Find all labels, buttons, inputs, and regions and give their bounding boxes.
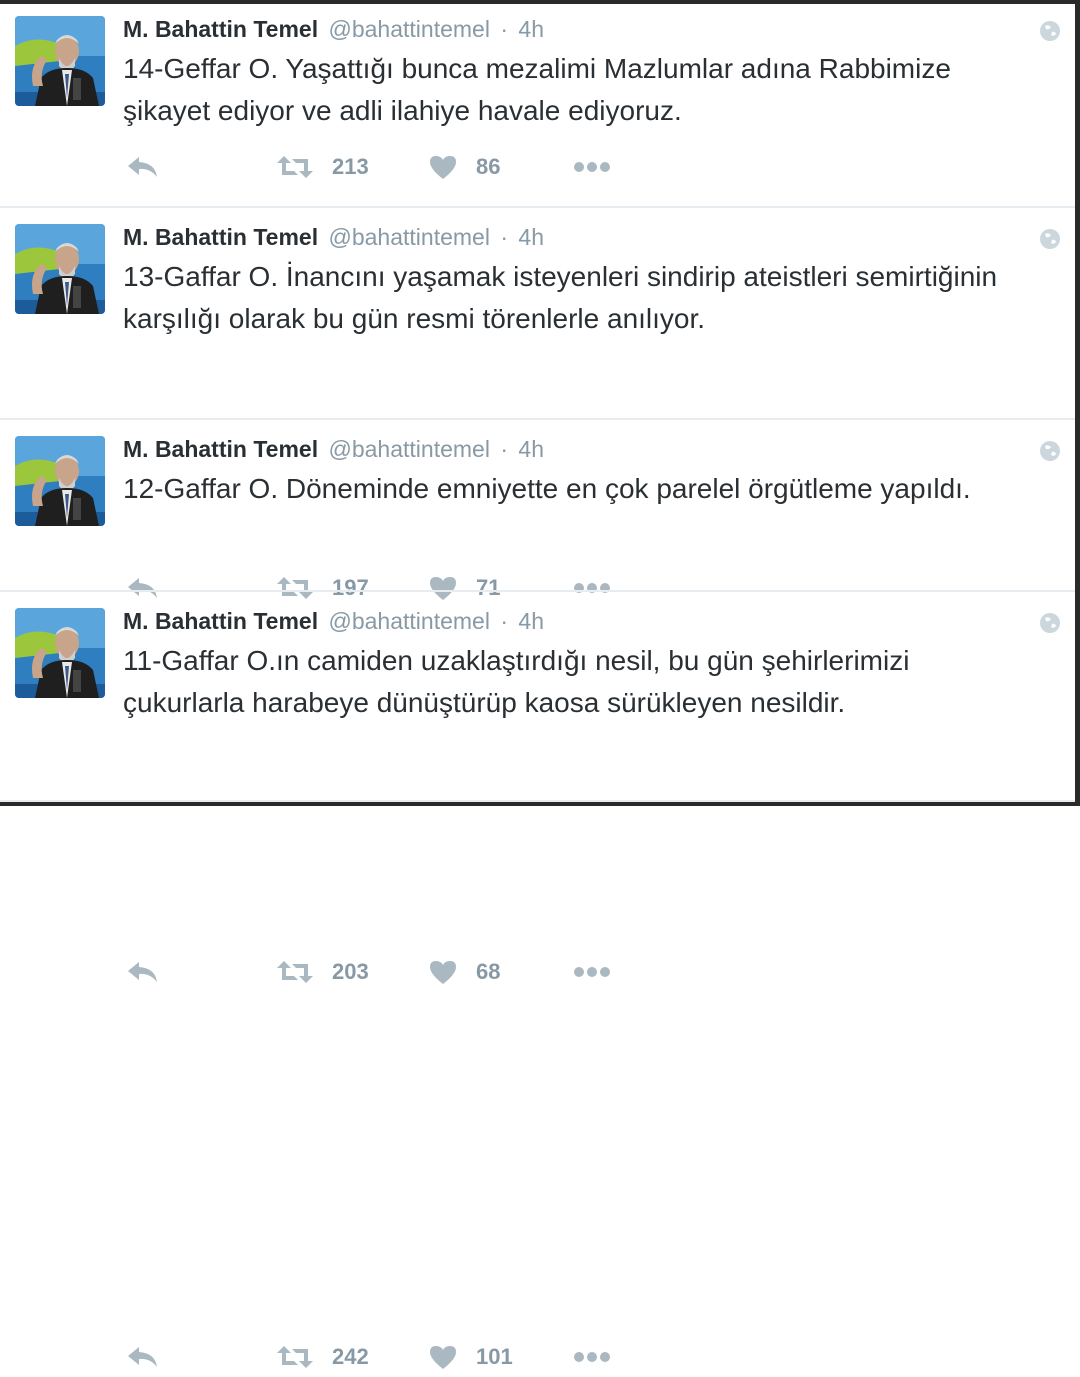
like-count: 86 [476,154,501,179]
timestamp[interactable]: 4h [518,608,544,634]
timestamp[interactable]: 4h [518,436,544,462]
avatar[interactable] [15,16,105,106]
author-name[interactable]: M. Bahattin Temel [123,16,318,42]
separator: · [500,224,509,250]
like-button[interactable]: 101 [428,1337,513,1377]
tweet-text: 11-Gaffar O.ın camiden uzaklaştırdığı ne… [123,645,910,718]
retweet-icon [276,1345,314,1369]
separator: · [500,16,509,42]
tweet-actions: 213 86 [0,147,1075,187]
retweet-count: 242 [332,1344,369,1369]
retweet-button[interactable]: 213 [276,147,369,187]
retweet-button[interactable]: 242 [276,1337,369,1377]
timestamp[interactable]: 4h [518,224,544,250]
author-handle[interactable]: @bahattintemel [329,224,490,250]
like-count: 101 [476,1344,513,1369]
more-icon [573,966,611,978]
heart-icon [428,959,458,985]
retweet-button[interactable]: 203 [276,952,369,992]
heart-icon [428,1344,458,1370]
tweet-actions: 242 101 [0,1337,1075,1377]
timestamp[interactable]: 4h [518,16,544,42]
tweet-header: M. Bahattin Temel @bahattintemel · 4h [123,434,544,464]
tweet-text: 13-Gaffar O. İnancını yaşamak isteyenler… [123,261,998,334]
globe-icon [1039,612,1061,634]
retweet-icon [276,155,314,179]
reply-icon [126,155,160,179]
more-icon [573,161,611,173]
tweet[interactable]: M. Bahattin Temel @bahattintemel · 4h 13… [0,208,1075,600]
retweet-count: 213 [332,154,369,179]
globe-icon [1039,228,1061,250]
author-name[interactable]: M. Bahattin Temel [123,608,318,634]
author-handle[interactable]: @bahattintemel [329,608,490,634]
retweet-icon [276,960,314,984]
tweet-header: M. Bahattin Temel @bahattintemel · 4h [123,14,544,44]
tweet[interactable]: M. Bahattin Temel @bahattintemel · 4h 14… [0,0,1075,208]
reply-button[interactable] [126,1337,160,1377]
tweet-text: 14-Geffar O. Yaşattığı bunca mezalimi Ma… [123,53,951,126]
separator: · [500,436,509,462]
separator: · [500,608,509,634]
more-button[interactable] [573,952,611,992]
more-button[interactable] [573,147,611,187]
globe-icon [1039,440,1061,462]
tweet[interactable]: M. Bahattin Temel @bahattintemel · 4h 12… [0,420,1075,984]
reply-icon [126,960,160,984]
avatar[interactable] [15,608,105,698]
like-button[interactable]: 86 [428,147,500,187]
author-name[interactable]: M. Bahattin Temel [123,436,318,462]
more-button[interactable] [573,1337,611,1377]
heart-icon [428,154,458,180]
more-icon [573,1351,611,1363]
tweet[interactable]: M. Bahattin Temel @bahattintemel · 4h 11… [0,592,1075,1369]
author-name[interactable]: M. Bahattin Temel [123,224,318,250]
avatar[interactable] [15,224,105,314]
tweet-header: M. Bahattin Temel @bahattintemel · 4h [123,606,544,636]
reply-button[interactable] [126,147,160,187]
reply-button[interactable] [126,952,160,992]
author-handle[interactable]: @bahattintemel [329,436,490,462]
like-count: 68 [476,959,501,984]
avatar[interactable] [15,436,105,526]
reply-icon [126,1345,160,1369]
like-button[interactable]: 68 [428,952,500,992]
retweet-count: 203 [332,959,369,984]
globe-icon [1039,20,1061,42]
tweet-actions: 203 68 [0,952,1075,992]
tweet-text: 12-Gaffar O. Döneminde emniyette en çok … [123,473,971,504]
author-handle[interactable]: @bahattintemel [329,16,490,42]
tweet-header: M. Bahattin Temel @bahattintemel · 4h [123,222,544,252]
